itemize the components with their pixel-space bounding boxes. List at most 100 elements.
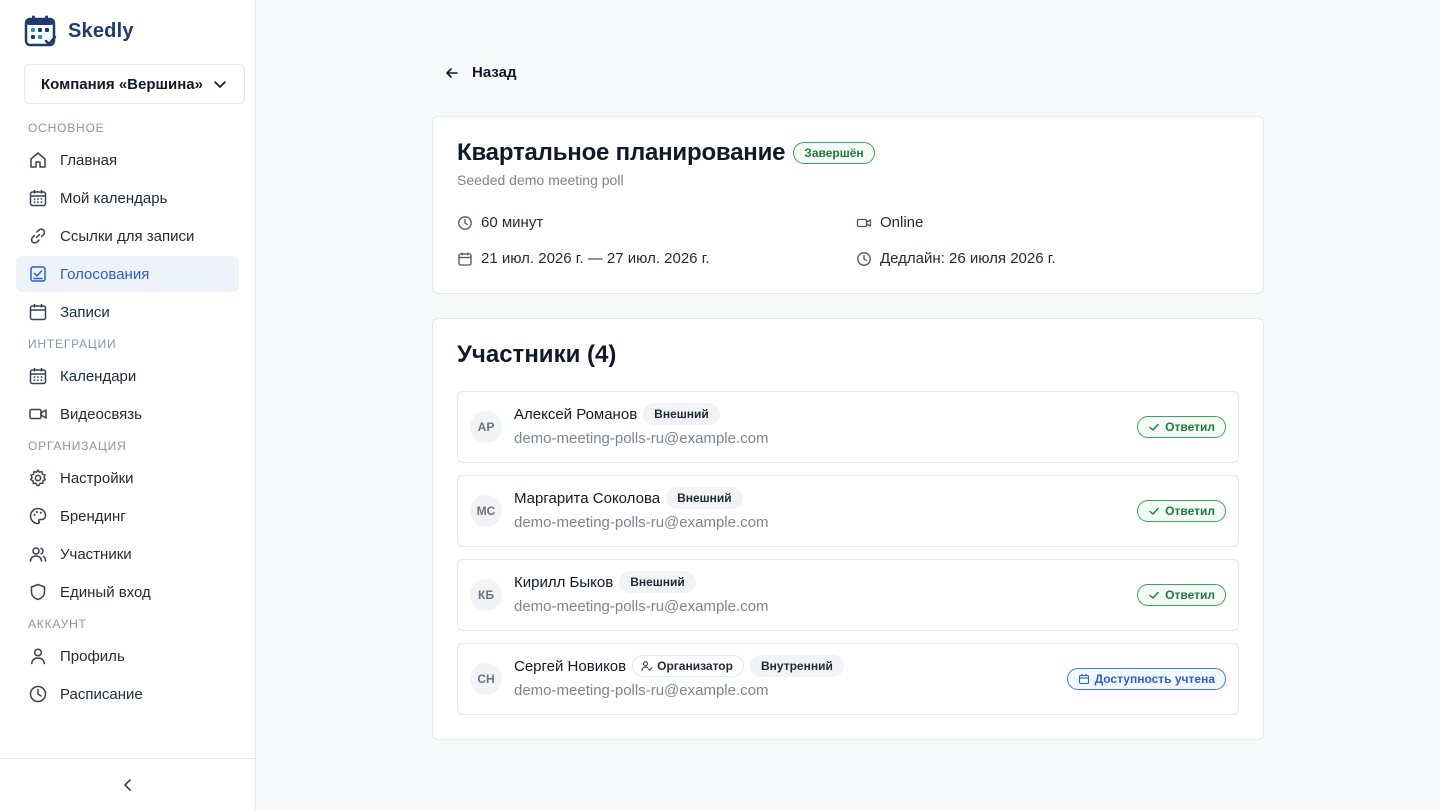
brand-name: Skedly — [68, 19, 134, 42]
participant-name-line: Кирилл Быков Внешний — [514, 571, 696, 593]
back-link-label: Назад — [472, 64, 517, 81]
calendar-check-logo-icon — [24, 15, 57, 47]
nav-section-account: Аккаунт — [28, 617, 87, 631]
participant-name: Сергей Новиков — [514, 657, 627, 675]
sidebar-nav: Основное Главная Мой календарь Ссылки дл… — [16, 116, 239, 714]
link-icon — [30, 228, 46, 244]
calendar-grid-icon — [29, 190, 47, 207]
sidebar-item-label: Профиль — [60, 647, 125, 665]
calendar-grid-icon — [29, 368, 47, 385]
poll-date-range: 21 июл. 2026 г. — 27 июл. 2026 г. — [457, 250, 710, 267]
gear-icon — [29, 469, 47, 487]
participant-name-line: Алексей Романов Внешний — [514, 403, 720, 425]
participant-status-badge: Доступность учтена — [1066, 668, 1226, 690]
poll-duration: 60 минут — [457, 214, 543, 231]
participant-type-tag: Внешний — [643, 403, 720, 425]
sidebar: Skedly Компания «Вершина» Основное Главн… — [0, 0, 256, 810]
avatar: КБ — [470, 579, 502, 611]
poll-description: Seeded demo meeting poll — [457, 172, 624, 188]
sidebar-item-home[interactable]: Главная — [16, 142, 239, 178]
avatar: МС — [470, 495, 502, 527]
sidebar-item-label: Расписание — [60, 685, 143, 703]
poll-date-range-value: 21 июл. 2026 г. — 27 июл. 2026 г. — [481, 250, 710, 267]
sidebar-item-label: Голосования — [60, 265, 150, 283]
check-icon — [1149, 423, 1159, 431]
clock-icon — [458, 215, 472, 230]
sidebar-collapse-button[interactable] — [0, 758, 255, 810]
participant-name: Алексей Романов — [514, 405, 638, 423]
chevron-down-icon — [214, 81, 226, 88]
calendar-icon — [458, 252, 472, 266]
poll-status-badge: Завершён — [793, 142, 875, 164]
check-icon — [1149, 591, 1159, 599]
sidebar-item-label: Участники — [60, 545, 132, 563]
sidebar-item-sso[interactable]: Единый вход — [16, 574, 239, 610]
sidebar-item-polls[interactable]: Голосования — [16, 256, 239, 292]
sidebar-item-calendars[interactable]: Календари — [16, 358, 239, 394]
sidebar-item-branding[interactable]: Брендинг — [16, 498, 239, 534]
participant-status-badge: Ответил — [1137, 500, 1226, 522]
video-camera-icon — [29, 408, 47, 420]
sidebar-item-settings[interactable]: Настройки — [16, 460, 239, 496]
calendar-icon — [1078, 674, 1089, 685]
poll-deadline-value: Дедлайн: 26 июля 2026 г. — [880, 250, 1056, 267]
participant-type-tag: Внешний — [619, 571, 696, 593]
organization-select[interactable]: Компания «Вершина» — [24, 64, 245, 104]
arrow-left-icon — [446, 67, 458, 78]
shield-icon — [30, 583, 46, 601]
clock-icon — [857, 251, 871, 266]
sidebar-item-label: Главная — [60, 151, 118, 169]
participant-role-tag: Организатор — [632, 655, 744, 677]
video-camera-icon — [856, 218, 872, 227]
sidebar-item-profile[interactable]: Профиль — [16, 638, 239, 674]
participant-type-tag: Внешний — [666, 487, 743, 509]
back-link[interactable]: Назад — [444, 64, 516, 81]
participant-email: demo-meeting-polls-ru@example.com — [514, 598, 769, 615]
sidebar-item-label: Единый вход — [60, 583, 151, 601]
clock-icon — [29, 685, 47, 703]
sidebar-item-label: Видеосвязь — [60, 405, 142, 423]
chevron-left-icon — [123, 778, 131, 791]
participant-status-label: Ответил — [1165, 504, 1215, 518]
poll-deadline: Дедлайн: 26 июля 2026 г. — [856, 250, 1056, 267]
sidebar-item-members[interactable]: Участники — [16, 536, 239, 572]
participant-row: КБ Кирилл Быков Внешний demo-meeting-pol… — [457, 559, 1239, 631]
participant-row: АР Алексей Романов Внешний demo-meeting-… — [457, 391, 1239, 463]
participant-type-tag: Внутренний — [749, 655, 844, 677]
check-icon — [1149, 507, 1159, 515]
user-check-icon — [641, 661, 653, 672]
home-icon — [30, 152, 46, 168]
sidebar-item-schedule[interactable]: Расписание — [16, 676, 239, 712]
brand-logo[interactable]: Skedly — [24, 14, 134, 48]
participant-status-label: Доступность учтена — [1094, 672, 1215, 686]
users-icon — [29, 547, 47, 562]
sidebar-item-label: Брендинг — [60, 507, 126, 525]
poll-duration-value: 60 минут — [481, 214, 544, 231]
participant-email: demo-meeting-polls-ru@example.com — [514, 430, 769, 447]
calendar-icon — [29, 304, 47, 321]
participant-role-label: Организатор — [657, 659, 733, 673]
participant-status-label: Ответил — [1165, 588, 1215, 602]
sidebar-item-label: Календари — [60, 367, 137, 385]
sidebar-item-links[interactable]: Ссылки для записи — [16, 218, 239, 254]
participant-status-badge: Ответил — [1137, 584, 1226, 606]
vote-check-icon — [30, 266, 46, 282]
user-icon — [31, 648, 45, 665]
nav-section-integrations: Интеграции — [28, 337, 117, 351]
avatar: АР — [470, 411, 502, 443]
participant-name-line: Маргарита Соколова Внешний — [514, 487, 743, 509]
poll-title-row: Квартальное планирование Завершён — [457, 139, 875, 167]
sidebar-item-label: Настройки — [60, 469, 134, 487]
sidebar-item-calendar[interactable]: Мой календарь — [16, 180, 239, 216]
participant-name-line: Сергей Новиков Организатор Внутренний — [514, 655, 844, 677]
avatar: СН — [470, 663, 502, 695]
nav-section-main: Основное — [28, 121, 105, 135]
sidebar-item-video[interactable]: Видеосвязь — [16, 396, 239, 432]
sidebar-item-bookings[interactable]: Записи — [16, 294, 239, 330]
poll-details-card: Квартальное планирование Завершён Seeded… — [432, 116, 1264, 294]
poll-location: Online — [856, 214, 923, 231]
organization-select-value: Компания «Вершина» — [41, 75, 203, 93]
participants-card: Участники (4) АР Алексей Романов Внешний… — [432, 318, 1264, 740]
poll-location-value: Online — [880, 214, 924, 231]
sidebar-item-label: Мой календарь — [60, 189, 168, 207]
